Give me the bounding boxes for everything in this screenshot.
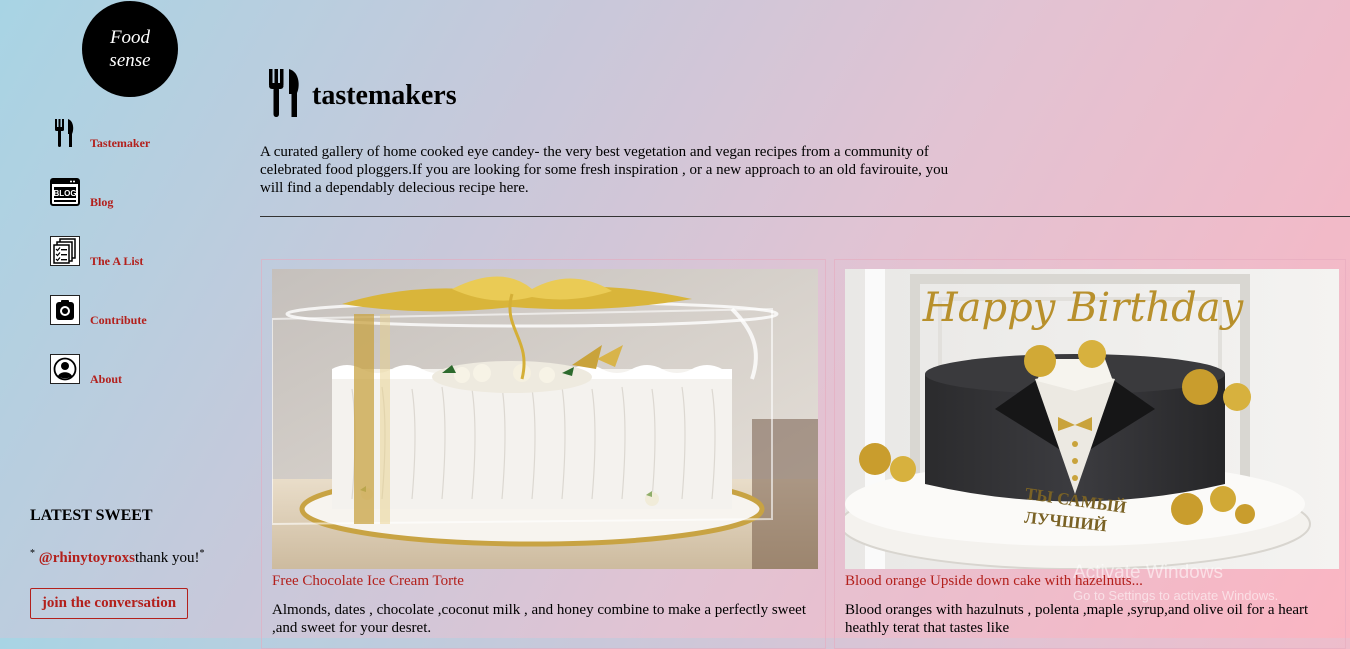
brand-logo[interactable]: Food sense <box>82 1 178 97</box>
sidebar: Food sense Tastemaker BLOG Blog The A Li… <box>0 0 245 638</box>
quote-mark-open: * <box>30 548 35 559</box>
nav-item-blog[interactable]: BLOG Blog <box>50 177 114 209</box>
nav-label-about: About <box>90 372 123 386</box>
brand-logo-line2: sense <box>109 50 151 71</box>
brand-logo-line1: Food <box>109 27 151 48</box>
nav-item-tastemaker[interactable]: Tastemaker <box>50 118 151 150</box>
fork-knife-icon <box>50 118 80 148</box>
recipe-description: Blood oranges with hazulnuts , polenta ,… <box>845 602 1309 636</box>
cake-topper-text: Happy Birthday <box>922 285 1245 331</box>
mention-link[interactable]: @rhinytoyroxs <box>39 550 135 566</box>
nav-label-a-list: The A List <box>90 254 144 268</box>
latest-sweet-heading: LATEST SWEET <box>30 507 153 524</box>
nav-label-contribute: Contribute <box>90 313 147 327</box>
watermark-line2: Go to Settings to activate Windows. <box>1073 588 1279 603</box>
blog-icon: BLOG <box>50 177 80 207</box>
nav-item-contribute[interactable]: Contribute <box>50 295 147 327</box>
nav-item-a-list[interactable]: The A List <box>50 236 144 268</box>
recipe-photo[interactable]: Happy Birthday ТЫ САМЫЙ ЛУЧШИЙ <box>845 269 1339 569</box>
intro-text: A curated gallery of home cooked eye can… <box>260 144 949 196</box>
latest-message-text: thank you! <box>134 550 200 566</box>
latest-sweet-message: * @rhinytoyroxsthank you!* <box>30 548 205 567</box>
nav-label-tastemaker: Tastemaker <box>90 136 151 150</box>
windows-activation-watermark: Activate Windows Go to Settings to activ… <box>1073 562 1278 603</box>
quote-mark-close: * <box>199 548 205 559</box>
nav-label-blog: Blog <box>90 195 114 209</box>
recipe-card[interactable]: Free Chocolate Ice Cream Torte Almonds, … <box>261 259 826 649</box>
fork-knife-icon <box>268 67 302 124</box>
blog-icon-text: BLOG <box>53 189 76 198</box>
watermark-line1: Activate Windows <box>1073 562 1223 583</box>
user-icon <box>50 354 80 384</box>
page-title: tastemakers <box>312 79 457 111</box>
divider <box>260 216 1350 217</box>
recipe-photo[interactable] <box>272 269 818 569</box>
camera-icon <box>50 295 80 325</box>
join-conversation-button[interactable]: join the conversation <box>30 588 188 619</box>
recipe-title-link[interactable]: Free Chocolate Ice Cream Torte <box>272 573 464 590</box>
nav-item-about[interactable]: About <box>50 354 123 386</box>
recipe-description: Almonds, dates , chocolate ,coconut milk… <box>272 602 807 636</box>
checklist-icon <box>50 236 80 266</box>
page-header: tastemakers <box>268 67 457 124</box>
